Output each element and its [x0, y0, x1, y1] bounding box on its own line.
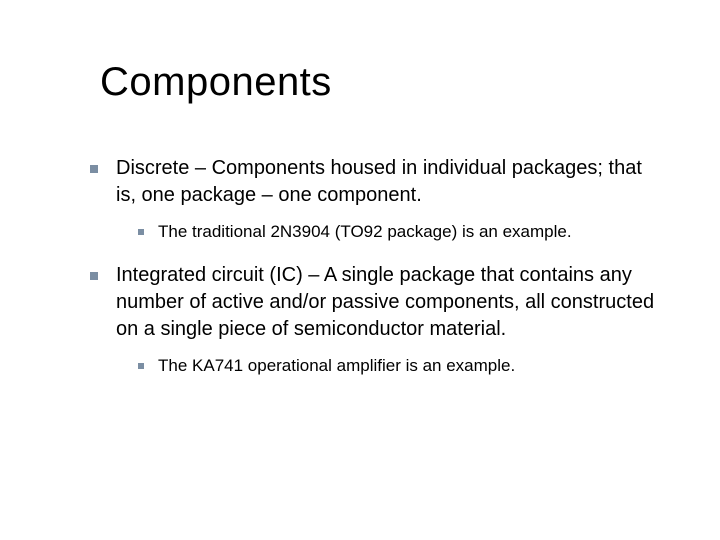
sub-bullet-text: The traditional 2N3904 (TO92 package) is…	[158, 221, 660, 244]
bullet-integrated-circuit: Integrated circuit (IC) – A single packa…	[90, 262, 660, 343]
bullet-text: Discrete – Components housed in individu…	[116, 155, 660, 209]
slide: Components Discrete – Components housed …	[0, 0, 720, 540]
bullet-discrete: Discrete – Components housed in individu…	[90, 155, 660, 209]
sub-bullet-text: The KA741 operational amplifier is an ex…	[158, 355, 660, 378]
sub-bullet-2n3904: The traditional 2N3904 (TO92 package) is…	[138, 221, 660, 244]
square-bullet-icon	[90, 272, 98, 280]
slide-title: Components	[100, 60, 660, 105]
square-bullet-icon	[138, 363, 144, 369]
square-bullet-icon	[138, 229, 144, 235]
bullet-text: Integrated circuit (IC) – A single packa…	[116, 262, 660, 343]
square-bullet-icon	[90, 165, 98, 173]
sub-bullet-ka741: The KA741 operational amplifier is an ex…	[138, 355, 660, 378]
